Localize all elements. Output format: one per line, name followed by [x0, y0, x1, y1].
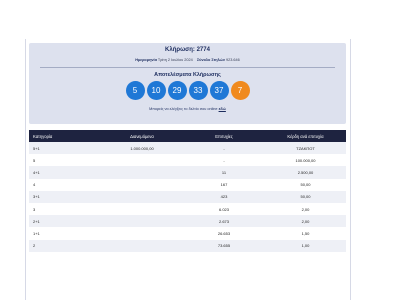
table-row: 4 167 50,00 — [29, 178, 346, 191]
cell-winners: 6.023 — [218, 206, 229, 212]
table-row: 3+1 423 50,00 — [29, 190, 346, 203]
date-value: Τρίτη 2 Ιουλίου 2024 — [157, 58, 193, 62]
cell-winners: 167 — [220, 182, 228, 188]
header-prize-per-winner: Κέρδη ανά επιτυχία — [287, 133, 324, 139]
header-winners: Επιτυχίες — [215, 133, 233, 139]
cell-category: 1+1 — [33, 230, 40, 236]
cell-prize: 100.000,00 — [295, 157, 316, 163]
header-distributed: Διανεμόμενα — [130, 133, 154, 139]
winning-ball-2: 10 — [146, 81, 166, 100]
cell-category: 3 — [33, 206, 36, 212]
cell-prize: 1,50 — [301, 230, 310, 236]
bonus-ball: 7 — [230, 81, 250, 100]
draw-header-panel: Κλήρωση: 2774 Ημερομηνία Τρίτη 2 Ιουλίου… — [29, 43, 346, 124]
cell-winners: - — [223, 157, 225, 163]
winning-ball-5: 37 — [209, 81, 229, 100]
cell-category: 3+1 — [33, 194, 40, 200]
table-row: 4+1 11 2.500,00 — [29, 166, 346, 179]
table-row: 2 73.655 1,00 — [29, 239, 346, 252]
cell-prize: 2,00 — [301, 206, 310, 212]
cell-prize: 2.500,00 — [297, 169, 314, 175]
columns-value: 923.646 — [226, 58, 240, 62]
cell-category: 5 — [33, 157, 36, 163]
table-body: 5+1 1.000.000,00 - ΤΖΑΚΠΟΤ 5 - 100.000,0… — [29, 142, 346, 252]
cell-category: 5+1 — [33, 145, 40, 151]
date-label: Ημερομηνία — [135, 58, 157, 62]
check-ticket-text: Μπορείς να ελέγξεις το δελτίο σου online — [149, 107, 218, 111]
draw-meta: Ημερομηνία Τρίτη 2 Ιουλίου 2024 Σύνολο Σ… — [29, 58, 346, 62]
cell-prize: 50,00 — [300, 182, 311, 188]
table-header: Κατηγορία Διανεμόμενα Επιτυχίες Κέρδη αν… — [29, 130, 346, 142]
table-row: 3 6.023 2,00 — [29, 202, 346, 216]
table-row: 1+1 26.653 1,50 — [29, 227, 346, 240]
winning-ball-3: 29 — [167, 81, 187, 100]
table-row: 5 - 100.000,00 — [29, 154, 346, 167]
table-row: 2+1 2.673 2,00 — [29, 215, 346, 228]
cell-winners: - — [223, 145, 225, 151]
cell-category: 2 — [33, 243, 36, 249]
cell-prize: 1,00 — [301, 243, 310, 249]
check-ticket-line: Μπορείς να ελέγξεις το δελτίο σου online… — [29, 107, 346, 111]
winning-ball-1: 5 — [125, 81, 145, 100]
cell-prize: 2,00 — [301, 218, 310, 224]
cell-category: 4 — [33, 182, 36, 188]
prize-table: Κατηγορία Διανεμόμενα Επιτυχίες Κέρδη αν… — [29, 130, 346, 252]
table-row: 5+1 1.000.000,00 - ΤΖΑΚΠΟΤ — [29, 142, 346, 155]
results-title: Αποτελέσματα Κλήρωσης — [154, 72, 221, 78]
cell-prize: 50,00 — [300, 194, 311, 200]
columns-label: Σύνολο Στηλών — [196, 58, 225, 62]
header-category: Κατηγορία — [33, 133, 53, 139]
cell-winners: 73.655 — [217, 243, 231, 249]
draw-title: Κλήρωση: 2774 — [165, 47, 210, 53]
cell-winners: 26.653 — [217, 230, 231, 236]
cell-winners: 423 — [220, 194, 228, 200]
cell-winners: 2.673 — [218, 218, 229, 224]
winning-numbers: 5 10 29 33 37 7 — [29, 81, 346, 101]
cell-category: 4+1 — [33, 169, 40, 175]
cell-distributed: 1.000.000,00 — [130, 145, 154, 151]
winning-ball-4: 33 — [188, 81, 208, 100]
cell-category: 2+1 — [33, 218, 40, 224]
cell-prize: ΤΖΑΚΠΟΤ — [296, 145, 315, 151]
check-ticket-link[interactable]: εδώ — [219, 107, 226, 111]
cell-winners: 11 — [221, 169, 227, 175]
header-divider — [40, 67, 335, 68]
